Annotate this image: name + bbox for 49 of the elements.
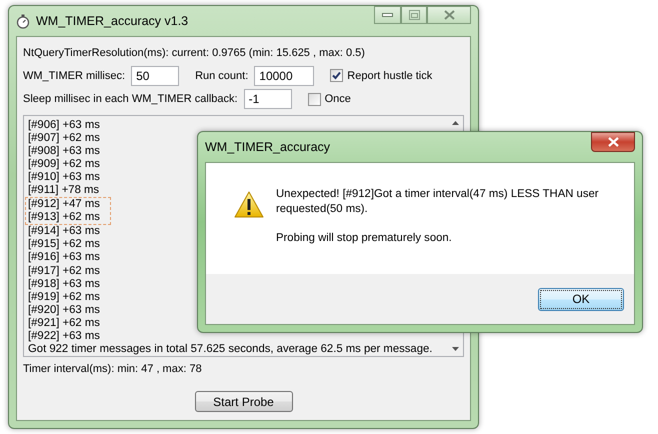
up-arrow-icon: [452, 121, 459, 125]
field-label: Run count:: [195, 70, 248, 82]
scroll-down-button[interactable]: [451, 346, 460, 352]
field-label: WM_TIMER millisec:: [23, 70, 126, 82]
checkbox-label[interactable]: Once: [324, 93, 351, 106]
log-line: [#921] +62 ms: [28, 316, 100, 330]
log-line: [#922] +63 ms: [28, 330, 100, 343]
checkbox[interactable]: [308, 92, 321, 106]
checkbox-label[interactable]: Report hustle tick: [347, 70, 432, 82]
down-arrow-icon: [452, 347, 459, 351]
log-line: [#906] +63 ms: [28, 119, 100, 132]
window-title: WM_TIMER_accuracy v1.3: [36, 14, 188, 28]
log-line: [#913] +62 ms: [28, 211, 100, 224]
input-field[interactable]: -1: [244, 89, 292, 110]
ok-button[interactable]: OK: [538, 288, 624, 310]
message-text: Probing will stop prematurely soon.: [276, 231, 453, 246]
input-field[interactable]: 50: [131, 66, 180, 86]
log-line: [#907] +62 ms: [28, 132, 100, 146]
scroll-up-button[interactable]: [451, 120, 460, 126]
log-line: [#910] +63 ms: [28, 171, 100, 184]
close-button[interactable]: [591, 132, 635, 152]
log-line: [#919] +62 ms: [28, 290, 100, 304]
log-line: [#916] +63 ms: [28, 251, 100, 265]
close-icon: [608, 137, 618, 147]
log-line: [#920] +63 ms: [28, 304, 100, 317]
log-line: [#912] +47 ms: [28, 198, 100, 212]
log-line: [#908] +63 ms: [28, 145, 100, 158]
minimize-button[interactable]: [374, 6, 401, 24]
maximize-button[interactable]: [401, 6, 427, 24]
log-line: [#918] +63 ms: [28, 278, 100, 291]
start-button[interactable]: Start Probe: [194, 391, 292, 412]
log-line: [#909] +62 ms: [28, 158, 100, 172]
input-field[interactable]: 10000: [254, 66, 314, 86]
summary-line: Got 922 timer messages in total 57.625 seconds, average 62.5 ms per message.: [28, 342, 432, 356]
dialog-title: WM_TIMER_accuracy: [205, 140, 330, 154]
warning-icon: [234, 191, 264, 218]
interval-text: Timer interval(ms): min: 47 , max: 78: [23, 363, 203, 375]
resolution-text: NtQueryTimerResolution(ms): current: 0.9765 (min: 15.625 , max: 0.5): [23, 46, 365, 62]
checkbox[interactable]: [330, 69, 344, 82]
close-icon: [444, 10, 454, 20]
minimize-icon: [382, 12, 393, 18]
maximize-icon: [408, 10, 420, 20]
stopwatch-icon: [16, 14, 30, 28]
log-line: [#911] +78 ms: [28, 184, 100, 198]
log-line: [#917] +62 ms: [28, 264, 100, 278]
log-line: [#914] +63 ms: [28, 225, 100, 238]
message-text: Unexpected! [#912]Got a timer interval(47 ms) LESS THAN user requested(50 ms).: [276, 187, 600, 217]
log-line: [#915] +62 ms: [28, 238, 100, 252]
field-label: Sleep millisec in each WM_TIMER callback:: [23, 93, 238, 106]
